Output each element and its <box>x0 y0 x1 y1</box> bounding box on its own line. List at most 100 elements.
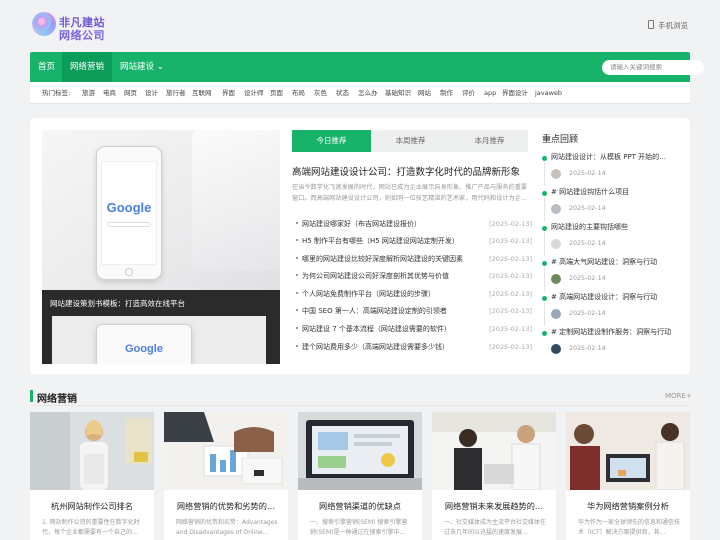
tag-link[interactable]: 评价 <box>462 82 475 104</box>
tag-link[interactable]: 怎么办 <box>358 82 378 104</box>
article-item[interactable]: 网站建设哪家好（布吉网站建设报价） [2025-02-13] <box>296 217 532 231</box>
tag-link[interactable]: javaweb <box>535 82 562 104</box>
tag-link[interactable]: 基础知识 <box>385 82 411 104</box>
article-title[interactable]: H5 制作平台有哪些（H5 网站建设网站定制开发） <box>302 234 459 248</box>
card-description: 华为作为一家全球领先的信息和通信技术（ICT）解决方案提供商，其… <box>578 519 680 536</box>
article-title[interactable]: 网站建设哪家好（布吉网站建设报价） <box>302 217 421 231</box>
tag-link[interactable]: 设计师 <box>244 82 264 104</box>
review-date: 2025-02-14 <box>569 275 606 282</box>
review-date: 2025-02-14 <box>569 205 606 212</box>
tag-link[interactable]: 状态 <box>336 82 349 104</box>
card-title[interactable]: 网络营销的优势和劣势的… <box>164 500 288 512</box>
review-title[interactable]: # 定制网站建设制作服务：洞察与行动 <box>551 327 681 337</box>
article-item[interactable]: 为何公司网站建设公司好深度剖析其优势与价值 [2025-02-13] <box>296 269 532 283</box>
review-title[interactable]: # 高端大气网站建设：洞察与行动 <box>551 257 681 267</box>
tag-link[interactable]: 布局 <box>292 82 305 104</box>
article-title[interactable]: 建个网站费用多少（高端网站建设需要多少钱） <box>302 340 449 354</box>
card-image <box>298 412 422 490</box>
article-title[interactable]: 为何公司网站建设公司好深度剖析其优势与价值 <box>302 269 449 283</box>
nav-item-home[interactable]: 首页 <box>30 52 63 82</box>
review-title[interactable]: # 高端网站建设设计：洞察与行动 <box>551 292 681 302</box>
article-item[interactable]: H5 制作平台有哪些（H5 网站建设网站定制开发） [2025-02-13] <box>296 234 532 248</box>
review-item[interactable]: # 高端大气网站建设：洞察与行动 2025-02-14 <box>542 257 682 291</box>
review-item[interactable]: 网站建设设计：从模板 PPT 开始的… 2025-02-14 <box>542 152 682 186</box>
review-title[interactable]: 网站建设的主要钩括哪些 <box>551 222 681 232</box>
slider-next-slide: Google <box>42 316 280 364</box>
review-date: 2025-02-14 <box>569 240 606 247</box>
tag-link[interactable]: 网站 <box>418 82 431 104</box>
tag-link[interactable]: 旅行者 <box>166 82 186 104</box>
card-title[interactable]: 华为网络营销案例分析 <box>566 500 690 512</box>
article-title[interactable]: 哪里的网站建设比较好深度解析网站建设的关键因素 <box>302 252 463 266</box>
article-date: [2025-02-13] <box>489 307 532 315</box>
article-card[interactable]: 杭州网站制作公司排名 1. 网站制作公司的重要性在数字化时代，每个企业都需要有一… <box>30 412 154 540</box>
article-item[interactable]: 建个网站费用多少（高端网站建设需要多少钱） [2025-02-13] <box>296 340 532 354</box>
search-input[interactable]: 请输入关键词搜索 <box>602 60 704 75</box>
review-item[interactable]: 网站建设的主要钩括哪些 2025-02-14 <box>542 222 682 256</box>
card-title[interactable]: 网络营销渠道的优缺点 <box>298 500 422 512</box>
recommend-tabs: 今日推荐 本周推荐 本月推荐 <box>292 130 528 152</box>
bullet <box>296 222 298 224</box>
tag-link[interactable]: 页面 <box>270 82 283 104</box>
phone-screen: Google <box>101 161 157 265</box>
article-title[interactable]: 个人网站免费制作平台（网站建设的步骤） <box>302 287 435 301</box>
tag-link[interactable]: 电商 <box>103 82 116 104</box>
article-card[interactable]: 华为网络营销案例分析 华为作为一家全球领先的信息和通信技术（ICT）解决方案提供… <box>566 412 690 540</box>
tab-month[interactable]: 本月推荐 <box>450 130 529 152</box>
tag-link[interactable]: 网页 <box>124 82 137 104</box>
bullet <box>296 345 298 347</box>
timeline-line <box>544 232 545 256</box>
card-image <box>30 412 154 490</box>
review-item[interactable]: # 高端网站建设设计：洞察与行动 2025-02-14 <box>542 292 682 326</box>
article-item[interactable]: 哪里的网站建设比较好深度解析网站建设的关键因素 [2025-02-13] <box>296 252 532 266</box>
tab-week[interactable]: 本周推荐 <box>371 130 450 152</box>
article-title[interactable]: 中国 SEO 第一人：高端网站建设定制的引领者 <box>302 304 447 318</box>
article-card[interactable]: 网络营销的优势和劣势的… 网络营销的优势和劣势：Advantages and D… <box>164 412 288 540</box>
article-item[interactable]: 中国 SEO 第一人：高端网站建设定制的引领者 [2025-02-13] <box>296 304 532 318</box>
card-description: 一、社交媒体成为主流平台社交媒体在过去几年间以迅猛的速度发展… <box>444 519 546 536</box>
tag-link[interactable]: app <box>484 82 496 104</box>
tag-link[interactable]: 互联网 <box>192 82 212 104</box>
card-image <box>432 412 556 490</box>
article-title[interactable]: 网站建设 7 个基本流程（网站建设需要的软件） <box>302 322 451 336</box>
thumbnail <box>551 309 561 319</box>
article-date: [2025-02-13] <box>489 220 532 228</box>
tag-link[interactable]: 设计 <box>145 82 158 104</box>
nav-item-marketing[interactable]: 网络营销 <box>62 52 113 82</box>
review-item[interactable]: # 定制网站建设制作服务：洞察与行动 2025-02-14 <box>542 327 682 361</box>
article-date: [2025-02-13] <box>489 325 532 333</box>
article-card[interactable]: 网络营销渠道的优缺点 一、搜索引擎营销(SEM) 搜索引擎营销(SEM)是一种通… <box>298 412 422 540</box>
card-title[interactable]: 网络营销未来发展趋势的… <box>432 500 556 512</box>
article-card[interactable]: 网络营销未来发展趋势的… 一、社交媒体成为主流平台社交媒体在过去几年间以迅猛的速… <box>432 412 556 540</box>
next-slide-image: Google <box>52 316 266 364</box>
nav-item-website-building[interactable]: 网站建设 ⌄ <box>112 52 172 82</box>
tag-link[interactable]: 灰色 <box>314 82 327 104</box>
review-title[interactable]: 网站建设设计：从模板 PPT 开始的… <box>551 152 681 162</box>
tag-link[interactable]: 制作 <box>440 82 453 104</box>
chevron-down-icon: ⌄ <box>156 62 164 72</box>
tab-today[interactable]: 今日推荐 <box>292 130 371 152</box>
google-logo-2: Google <box>125 343 163 355</box>
review-item[interactable]: # 网站建设钩括什么项目 2025-02-14 <box>542 187 682 221</box>
tag-link[interactable]: 界面设计 <box>502 82 528 104</box>
article-item[interactable]: 网站建设 7 个基本流程（网站建设需要的软件） [2025-02-13] <box>296 322 532 336</box>
review-title[interactable]: # 网站建设钩括什么项目 <box>551 187 681 197</box>
review-date: 2025-02-14 <box>569 170 606 177</box>
bullet <box>296 239 298 241</box>
card-title[interactable]: 杭州网站制作公司排名 <box>30 500 154 512</box>
article-item[interactable]: 个人网站免费制作平台（网站建设的步骤） [2025-02-13] <box>296 287 532 301</box>
site-logo[interactable]: 非凡建站 网络公司 <box>32 12 122 42</box>
image-slider[interactable]: Google 网站建设策划书模板：打造高效在线平台 Google <box>42 130 280 364</box>
tag-link[interactable]: 界面 <box>222 82 235 104</box>
phone-graphic: Google <box>96 146 162 280</box>
thumbnail <box>551 169 561 179</box>
article-date: [2025-02-13] <box>489 290 532 298</box>
card-description: 1. 网站制作公司的重要性在数字化时代，每个企业都需要有一个自己的… <box>42 519 140 536</box>
mobile-view-link[interactable]: 手机浏览 <box>648 20 688 31</box>
bullet <box>296 274 298 276</box>
tag-link[interactable]: 旅游 <box>82 82 95 104</box>
hot-tags-label: 热门标签: <box>42 89 71 97</box>
featured-title[interactable]: 高端网站建设设计公司：打造数字化时代的品牌新形象 <box>292 164 520 178</box>
review-date: 2025-02-14 <box>569 345 606 352</box>
more-link[interactable]: MORE+ <box>665 392 692 400</box>
